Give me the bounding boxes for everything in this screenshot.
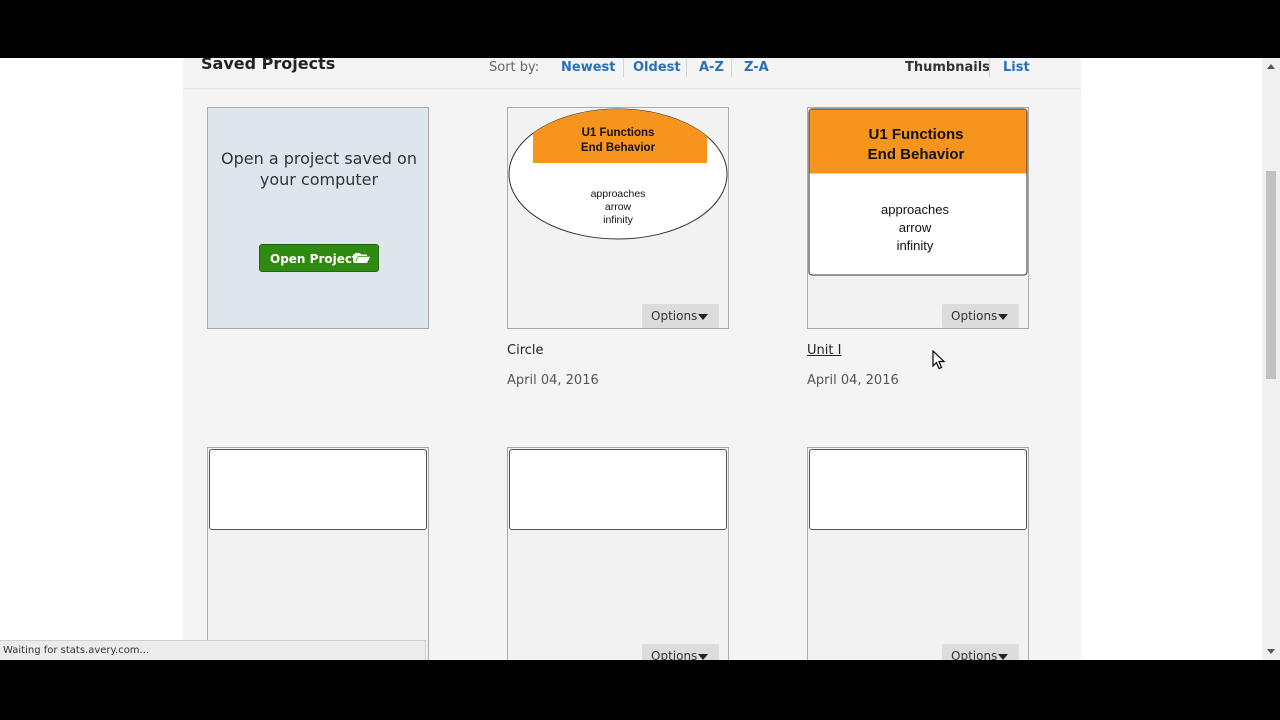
caret-down-icon	[998, 314, 1008, 320]
divider	[989, 58, 990, 77]
divider	[623, 58, 624, 77]
options-label: Options	[951, 649, 998, 660]
thumb-body-line: arrow	[605, 201, 632, 213]
projects-header: Saved Projects Sort by: Newest Oldest A-…	[183, 58, 1081, 89]
project-thumbnail[interactable]	[809, 449, 1027, 530]
mouse-cursor-icon	[932, 350, 946, 370]
sort-newest-link[interactable]: Newest	[561, 60, 615, 75]
page-title: Saved Projects	[201, 58, 336, 73]
view-thumbnails-toggle[interactable]: Thumbnails	[905, 60, 990, 75]
browser-viewport: Saved Projects Sort by: Newest Oldest A-…	[0, 58, 1280, 660]
caret-down-icon	[998, 654, 1008, 660]
project-date: April 04, 2016	[507, 373, 599, 388]
project-card-circle[interactable]: U1 Functions End Behavior approaches arr…	[507, 107, 729, 329]
open-project-text: Open a project saved on your computer	[221, 149, 417, 189]
thumb-title-line1: U1 Functions	[582, 127, 655, 139]
project-date: April 04, 2016	[807, 373, 899, 388]
scroll-down-arrow-icon[interactable]	[1262, 642, 1280, 660]
thumb-body-line: arrow	[899, 220, 932, 235]
options-dropdown-button[interactable]: Options	[642, 304, 719, 328]
open-project-button[interactable]: Open Project	[259, 244, 379, 272]
project-thumbnail[interactable]: U1 Functions End Behavior approaches arr…	[808, 108, 1028, 278]
options-dropdown-button[interactable]: Options	[942, 644, 1019, 660]
sort-label: Sort by:	[489, 60, 540, 75]
thumb-body-line: approaches	[591, 188, 646, 200]
caret-down-icon	[698, 654, 708, 660]
folder-open-icon	[355, 253, 370, 263]
sort-za-link[interactable]: Z-A	[744, 60, 769, 75]
open-project-card: Open a project saved on your computer Op…	[207, 107, 429, 329]
thumb-body-line: infinity	[897, 238, 934, 253]
open-project-label: Open Project	[270, 252, 358, 266]
view-list-toggle[interactable]: List	[1003, 60, 1030, 75]
saved-projects-panel: Saved Projects Sort by: Newest Oldest A-…	[183, 58, 1081, 660]
scroll-up-arrow-icon[interactable]	[1262, 58, 1280, 76]
project-thumbnail[interactable]	[509, 449, 727, 530]
options-label: Options	[951, 309, 998, 323]
thumb-title-line2: End Behavior	[581, 142, 656, 154]
options-dropdown-button[interactable]: Options	[942, 304, 1019, 328]
thumb-title-line1: U1 Functions	[868, 126, 963, 143]
caret-down-icon	[698, 314, 708, 320]
project-card-unit-i[interactable]: U1 Functions End Behavior approaches arr…	[807, 107, 1029, 329]
options-label: Options	[651, 649, 698, 660]
divider	[686, 58, 687, 77]
thumb-title-line2: End Behavior	[868, 146, 965, 163]
project-name-link[interactable]: Circle	[507, 343, 544, 358]
options-dropdown-button[interactable]: Options	[642, 644, 719, 660]
project-thumbnail[interactable]	[209, 449, 427, 530]
status-text: Waiting for stats.avery.com...	[3, 645, 150, 656]
sort-oldest-link[interactable]: Oldest	[633, 60, 681, 75]
thumb-body-line: approaches	[881, 202, 949, 217]
sort-az-link[interactable]: A-Z	[699, 60, 724, 75]
project-card[interactable]: Options	[807, 447, 1029, 660]
scrollbar-thumb[interactable]	[1266, 171, 1276, 379]
project-card[interactable]: Options	[507, 447, 729, 660]
project-thumbnail[interactable]: U1 Functions End Behavior approaches arr…	[508, 108, 728, 244]
project-card[interactable]	[207, 447, 429, 660]
divider	[731, 58, 732, 77]
browser-status-bar: Waiting for stats.avery.com...	[0, 640, 426, 660]
thumb-body-line: infinity	[603, 214, 634, 226]
options-label: Options	[651, 309, 698, 323]
project-name-link[interactable]: Unit I	[807, 343, 841, 358]
vertical-scrollbar[interactable]	[1262, 58, 1280, 660]
